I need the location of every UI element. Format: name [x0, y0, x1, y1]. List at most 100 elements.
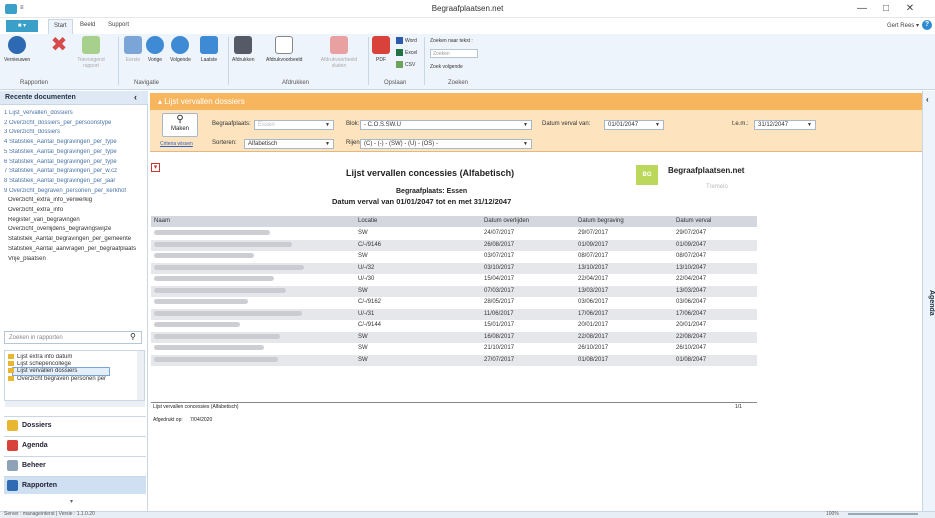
- calendar-icon: [7, 440, 18, 451]
- expand-toggle-icon[interactable]: ▾: [151, 163, 160, 172]
- refresh-button[interactable]: Vernieuwen: [4, 36, 30, 63]
- recent-document-item[interactable]: 7 Statistiek_Aantal_begravingen_per_w.cz: [4, 168, 147, 174]
- close-button[interactable]: ✕: [900, 2, 920, 16]
- recent-document-item[interactable]: Overzicht_overlijdens_begravingswijze: [8, 226, 151, 232]
- recent-document-item[interactable]: Vrije_plaatsen: [8, 256, 151, 262]
- chevron-down-icon: ▼: [807, 122, 812, 128]
- search-next-button[interactable]: Zoek volgende: [430, 64, 463, 70]
- name-cell-redacted: [154, 241, 292, 249]
- sorteren-dropdown[interactable]: Alfabetisch ▼: [244, 139, 334, 149]
- recent-document-item[interactable]: Overzicht_extra_info: [8, 207, 151, 213]
- print-preview-button[interactable]: Afdrukvoorbeeld: [266, 36, 302, 63]
- delete-button[interactable]: ✖: [50, 35, 68, 57]
- begraving-cell: 20/01/2017: [578, 322, 609, 328]
- ribbon-search-input[interactable]: Zoeken: [430, 49, 478, 58]
- ribbon-separator: [118, 37, 119, 85]
- begraving-cell: 22/08/2017: [578, 333, 609, 340]
- redacted-name: [154, 287, 286, 293]
- arrow-up-icon: [82, 36, 100, 54]
- locatie-cell: U/-/32: [358, 264, 375, 271]
- agenda-collapse-button[interactable]: ‹: [926, 95, 929, 104]
- tab-support[interactable]: Support: [108, 22, 129, 28]
- redacted-name: [154, 299, 248, 304]
- table-row: SW 27/07/2017 01/08/2017 01/08/2047: [151, 354, 757, 366]
- blok-dropdown[interactable]: - C.O.S.SW.U ▼: [360, 120, 532, 130]
- dropdown-value: Alfabetisch: [248, 141, 278, 147]
- verval-cell: 13/10/2047: [676, 264, 707, 271]
- previous-button[interactable]: Vorige: [146, 36, 164, 63]
- recent-document-item[interactable]: Register_van_begravingen: [8, 217, 151, 223]
- word-label: Word: [405, 37, 417, 44]
- make-button[interactable]: ⚲ Maken: [162, 113, 198, 137]
- sidebar-search-input[interactable]: Zoeken in rapporten: [4, 331, 142, 344]
- overlijden-cell: 27/07/2017: [484, 356, 515, 363]
- list-item[interactable]: Overzicht begraven personen per: [8, 376, 136, 382]
- nav-agenda[interactable]: Agenda: [4, 436, 146, 454]
- file-menu-tab[interactable]: ■ ▾: [6, 20, 38, 32]
- nav-rapporten[interactable]: Rapporten: [4, 476, 146, 494]
- recent-document-item[interactable]: 8 Statistiek_Aantal_begravingen_per_jaar: [4, 178, 147, 184]
- recent-document-item[interactable]: 4 Statistiek_Aantal_begravingen_per_type: [4, 139, 147, 145]
- begraving-cell: 22/04/2017: [578, 276, 609, 282]
- recent-document-item[interactable]: 3 Overzicht_dossiers: [4, 129, 147, 135]
- tab-beeld[interactable]: Beeld: [80, 22, 95, 28]
- printed-date: 7/04/2020: [190, 417, 213, 423]
- group-navigatie: Navigatie: [134, 80, 160, 86]
- tem-picker[interactable]: 31/12/2047 ▼: [754, 120, 816, 130]
- list-item[interactable]: Lijst schepencollege: [8, 361, 136, 367]
- table-row: U/-/30 15/04/2017 22/04/2017 22/04/2047: [151, 274, 757, 285]
- recent-document-item[interactable]: 1 Lijst_vervallen_dossiers: [4, 110, 147, 116]
- datum-van-picker[interactable]: 01/01/2047 ▼: [604, 120, 664, 130]
- user-menu[interactable]: Gert Rees ▾: [887, 22, 919, 29]
- redacted-name: [154, 310, 302, 316]
- ribbon-tab-row: [0, 18, 935, 34]
- zoom-slider[interactable]: [848, 513, 918, 515]
- excel-button[interactable]: Excel: [396, 49, 417, 56]
- tab-start[interactable]: Start: [48, 19, 73, 34]
- word-button[interactable]: Word: [396, 37, 417, 44]
- recent-document-item[interactable]: Statistiek_Aantal_aanvragen_per_begraafp…: [8, 246, 151, 252]
- help-icon[interactable]: ?: [922, 20, 932, 30]
- overlijden-cell: 07/03/2017: [484, 287, 515, 294]
- list-item[interactable]: Lijst extra info datum: [8, 354, 136, 360]
- sidebar-expand-chevron[interactable]: ▾: [70, 498, 73, 505]
- horizontal-scrollbar[interactable]: [5, 401, 145, 407]
- recent-document-item[interactable]: Statistiek_Aantal_begravingen_per_gemeen…: [8, 236, 151, 242]
- csv-button[interactable]: CSV: [396, 61, 415, 68]
- begraafplaats-dropdown[interactable]: Essen ▼: [254, 120, 334, 130]
- minimize-button[interactable]: —: [852, 2, 872, 16]
- recent-document-item[interactable]: 2 Overzicht_dossiers_per_persoonstype: [4, 120, 147, 126]
- nav-beheer[interactable]: Beheer: [4, 456, 146, 474]
- recent-document-item[interactable]: 9 Overzicht_begraven_personen_per_kerkho…: [4, 188, 147, 194]
- list-item[interactable]: Lijst vervallen dossiers: [8, 368, 136, 374]
- overlijden-cell: 24/07/2017: [484, 230, 515, 236]
- sidebar-collapse-button[interactable]: ‹: [134, 92, 137, 102]
- list-scrollbar[interactable]: [137, 351, 144, 400]
- blok-label: Blok:: [346, 121, 360, 127]
- verval-cell: 13/03/2047: [676, 287, 707, 294]
- nav-dossiers[interactable]: Dossiers: [4, 416, 146, 434]
- search-icon[interactable]: ⚲: [130, 332, 136, 341]
- folder-icon: [8, 376, 14, 381]
- add-report-button[interactable]: Toevoegend rapport: [76, 36, 106, 69]
- folder-icon: [8, 361, 14, 366]
- next-button[interactable]: Volgende: [170, 36, 191, 63]
- recent-document-item[interactable]: 5 Statistiek_Aantal_begravingen_per_type: [4, 149, 147, 155]
- dropdown-value: 31/12/2047: [758, 122, 789, 128]
- overlijden-cell: 15/04/2017: [484, 276, 515, 282]
- recent-document-item[interactable]: 6 Statistiek_Aantal_begravingen_per_type: [4, 159, 147, 165]
- recent-document-item[interactable]: Overzicht_extra_info_verwerkig: [8, 197, 151, 203]
- datum-van-label: Datum verval van:: [542, 121, 591, 127]
- close-preview-button[interactable]: Afdrukvoorbeeld sluiten: [316, 36, 362, 69]
- maximize-button[interactable]: □: [876, 2, 896, 16]
- print-button[interactable]: Afdrukken: [232, 36, 255, 63]
- make-label: Maken: [170, 126, 189, 132]
- verval-cell: 26/10/2047: [676, 345, 707, 351]
- first-label: Eerste: [125, 57, 141, 63]
- pdf-button[interactable]: PDF: [372, 36, 390, 63]
- panel-title[interactable]: ▴ Lijst vervallen dossiers: [150, 93, 922, 110]
- last-button[interactable]: Laatste: [200, 36, 218, 63]
- first-button[interactable]: Eerste: [124, 36, 142, 63]
- clear-criteria-link[interactable]: Criteria wissen: [160, 141, 193, 147]
- rijen-dropdown[interactable]: (C) - (-) - (SW) - (U) - (OS) - ▼: [360, 139, 532, 149]
